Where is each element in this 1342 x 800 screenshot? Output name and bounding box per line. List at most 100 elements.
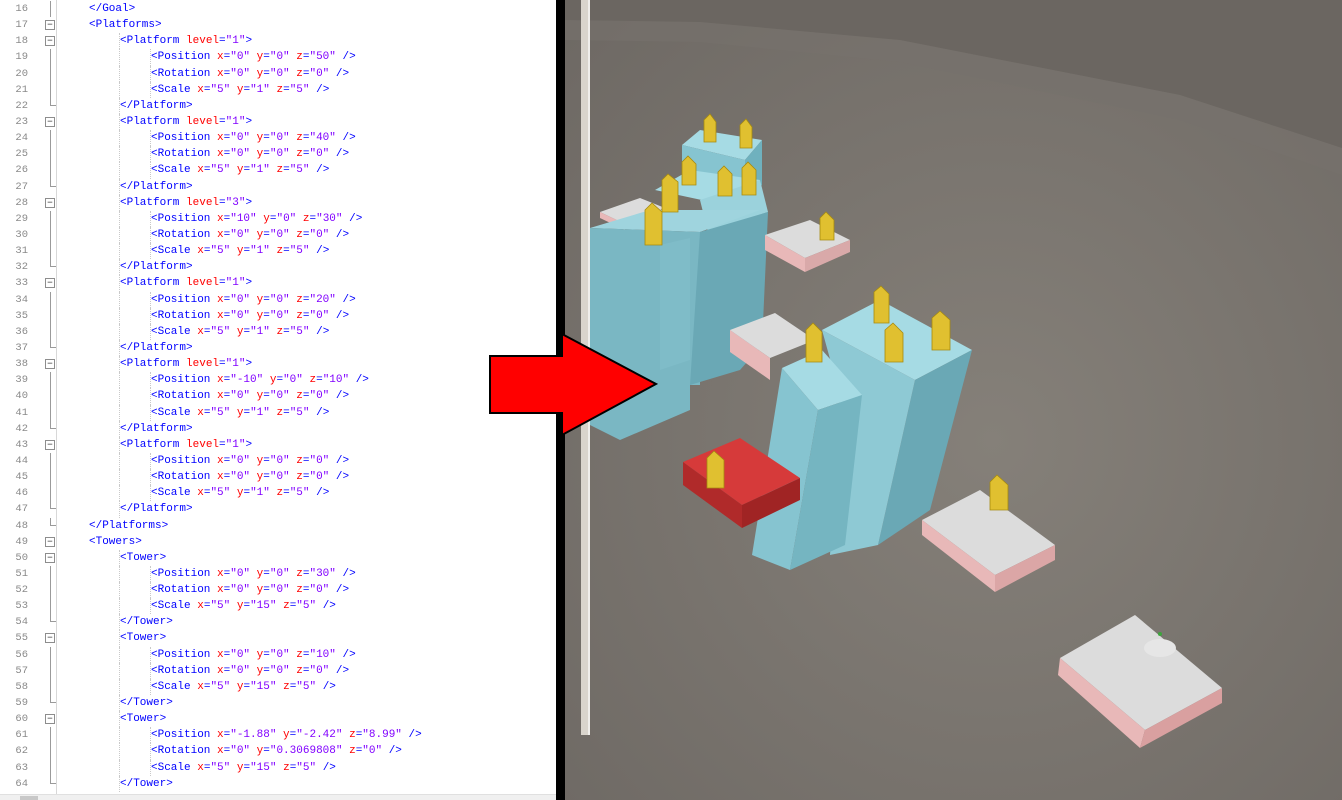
code-text[interactable]: <Scale x="5" y="1" z="5" />	[151, 82, 329, 98]
code-line[interactable]: 28 − <Platform level="3">	[0, 194, 556, 211]
code-text[interactable]: </Tower>	[120, 614, 173, 630]
fold-toggle-icon[interactable]: −	[45, 439, 55, 450]
code-line[interactable]: 34 <Position x="0" y="0" z="20" />	[0, 291, 556, 308]
code-text[interactable]: <Position x="0" y="0" z="40" />	[151, 130, 356, 146]
code-text[interactable]: <Scale x="5" y="15" z="5" />	[151, 679, 336, 695]
code-text[interactable]: <Position x="0" y="0" z="50" />	[151, 49, 356, 65]
code-line[interactable]: 61 <Position x="-1.88" y="-2.42" z="8.99"…	[0, 727, 556, 744]
code-text[interactable]: <Platform level="1">	[120, 114, 252, 130]
code-text[interactable]: <Position x="0" y="0" z="20" />	[151, 292, 356, 308]
code-line[interactable]: 26 <Scale x="5" y="1" z="5" />	[0, 162, 556, 179]
code-text[interactable]: <Rotation x="0" y="0" z="0" />	[151, 308, 349, 324]
code-text[interactable]: </Platform>	[120, 340, 193, 356]
code-text[interactable]: </Tower>	[120, 695, 173, 711]
code-text[interactable]: </Platform>	[120, 259, 193, 275]
code-text[interactable]: <Tower>	[120, 711, 166, 727]
code-text[interactable]: <Platform level="1">	[120, 437, 252, 453]
fold-toggle-icon[interactable]: −	[45, 633, 55, 644]
code-line[interactable]: 31 <Scale x="5" y="1" z="5" />	[0, 243, 556, 260]
code-line[interactable]: 44 <Position x="0" y="0" z="0" />	[0, 452, 556, 470]
code-line[interactable]: 57 <Rotation x="0" y="0" z="0" />	[0, 662, 556, 679]
code-text[interactable]: <Scale x="5" y="1" z="5" />	[151, 485, 329, 501]
code-line[interactable]: 21 <Scale x="5" y="1" z="5" />	[0, 81, 556, 98]
code-text[interactable]: <Position x="0" y="0" z="30" />	[151, 566, 356, 582]
code-text[interactable]: <Rotation x="0" y="0" z="0" />	[151, 469, 349, 485]
code-line[interactable]: 19 <Position x="0" y="0" z="50" />	[0, 49, 556, 66]
editor-lines[interactable]: 16 </Goal> 17 − <Platforms> 18 − <Platform leve…	[0, 0, 556, 792]
xml-editor[interactable]: 16 </Goal> 17 − <Platforms> 18 − <Platform leve…	[0, 0, 556, 800]
code-line[interactable]: 42 </Platform>	[0, 420, 556, 437]
code-line[interactable]: 18 − <Platform level="1">	[0, 33, 556, 50]
fold-toggle-icon[interactable]: −	[45, 36, 55, 47]
code-text[interactable]: </Platforms>	[89, 518, 168, 534]
code-text[interactable]: <Tower>	[120, 550, 166, 566]
code-line[interactable]: 59 </Tower>	[0, 695, 556, 712]
code-line[interactable]: 52 <Rotation x="0" y="0" z="0" />	[0, 582, 556, 599]
code-line[interactable]: 43 − <Platform level="1">	[0, 436, 556, 453]
code-line[interactable]: 29 <Position x="10" y="0" z="30" />	[0, 210, 556, 227]
code-line[interactable]: 36 <Scale x="5" y="1" z="5" />	[0, 323, 556, 340]
code-text[interactable]: <Scale x="5" y="15" z="5" />	[151, 598, 336, 614]
code-line[interactable]: 33 − <Platform level="1">	[0, 275, 556, 292]
code-line[interactable]: 27 </Platform>	[0, 178, 556, 195]
fold-toggle-icon[interactable]: −	[45, 278, 55, 289]
code-line[interactable]: 51 <Position x="0" y="0" z="30" />	[0, 565, 556, 583]
code-text[interactable]: <Position x="0" y="0" z="0" />	[151, 453, 349, 469]
code-line[interactable]: 53 <Scale x="5" y="15" z="5" />	[0, 598, 556, 615]
code-text[interactable]: <Scale x="5" y="15" z="5" />	[151, 760, 336, 776]
code-text[interactable]: <Platform level="1">	[120, 275, 252, 291]
code-line[interactable]: 48 </Platforms>	[0, 517, 556, 534]
code-text[interactable]: <Platform level="1">	[120, 356, 252, 372]
code-text[interactable]: <Rotation x="0" y="0" z="0" />	[151, 663, 349, 679]
code-line[interactable]: 35 <Rotation x="0" y="0" z="0" />	[0, 307, 556, 324]
code-line[interactable]: 54 </Tower>	[0, 614, 556, 631]
code-text[interactable]: <Platform level="1">	[120, 33, 252, 49]
code-text[interactable]: </Tower>	[120, 776, 173, 792]
code-text[interactable]: <Rotation x="0" y="0" z="0" />	[151, 582, 349, 598]
code-line[interactable]: 32 </Platform>	[0, 259, 556, 276]
code-text[interactable]: <Position x="10" y="0" z="30" />	[151, 211, 362, 227]
fold-toggle-icon[interactable]: −	[45, 116, 55, 127]
code-text[interactable]: </Platform>	[120, 179, 193, 195]
code-line[interactable]: 62 <Rotation x="0" y="0.3069808" z="0" />	[0, 743, 556, 760]
code-line[interactable]: 23 − <Platform level="1">	[0, 113, 556, 131]
scene-viewport[interactable]	[565, 0, 1342, 800]
code-line[interactable]: 64 </Tower>	[0, 775, 556, 792]
code-text[interactable]: <Scale x="5" y="1" z="5" />	[151, 324, 329, 340]
code-text[interactable]: <Platforms>	[89, 17, 162, 33]
code-line[interactable]: 24 <Position x="0" y="0" z="40" />	[0, 130, 556, 147]
code-line[interactable]: 47 </Platform>	[0, 501, 556, 518]
code-line[interactable]: 55 − <Tower>	[0, 630, 556, 647]
code-text[interactable]: <Position x="-1.88" y="-2.42" z="8.99" /…	[151, 727, 422, 743]
code-line[interactable]: 25 <Rotation x="0" y="0" z="0" />	[0, 146, 556, 163]
code-text[interactable]: <Position x="-10" y="0" z="10" />	[151, 372, 369, 388]
editor-horizontal-scrollbar[interactable]	[0, 794, 556, 800]
code-line[interactable]: 46 <Scale x="5" y="1" z="5" />	[0, 485, 556, 502]
code-line[interactable]: 17 − <Platforms>	[0, 17, 556, 33]
code-line[interactable]: 58 <Scale x="5" y="15" z="5" />	[0, 678, 556, 696]
code-text[interactable]: </Goal>	[89, 1, 135, 17]
code-text[interactable]: </Platform>	[120, 421, 193, 437]
code-line[interactable]: 41 <Scale x="5" y="1" z="5" />	[0, 404, 556, 421]
code-text[interactable]: <Tower>	[120, 630, 166, 646]
fold-toggle-icon[interactable]: −	[45, 536, 55, 547]
code-text[interactable]: <Towers>	[89, 534, 142, 550]
code-line[interactable]: 20 <Rotation x="0" y="0" z="0" />	[0, 65, 556, 82]
code-text[interactable]: </Platform>	[120, 98, 193, 114]
fold-toggle-icon[interactable]: −	[45, 197, 55, 208]
code-text[interactable]: <Scale x="5" y="1" z="5" />	[151, 162, 329, 178]
code-line[interactable]: 30 <Rotation x="0" y="0" z="0" />	[0, 226, 556, 244]
code-line[interactable]: 56 <Position x="0" y="0" z="10" />	[0, 646, 556, 663]
code-text[interactable]: <Rotation x="0" y="0" z="0" />	[151, 66, 349, 82]
code-line[interactable]: 49 − <Towers>	[0, 534, 556, 550]
code-line[interactable]: 60 − <Tower>	[0, 711, 556, 728]
scrollbar-thumb[interactable]	[20, 796, 38, 800]
code-text[interactable]: <Rotation x="0" y="0" z="0" />	[151, 227, 349, 243]
code-text[interactable]: <Rotation x="0" y="0.3069808" z="0" />	[151, 743, 402, 759]
code-text[interactable]: <Scale x="5" y="1" z="5" />	[151, 243, 329, 259]
fold-toggle-icon[interactable]: −	[45, 359, 55, 370]
code-line[interactable]: 40 <Rotation x="0" y="0" z="0" />	[0, 388, 556, 405]
code-line[interactable]: 38 − <Platform level="1">	[0, 356, 556, 373]
fold-toggle-icon[interactable]: −	[45, 20, 55, 31]
fold-toggle-icon[interactable]: −	[45, 714, 55, 725]
